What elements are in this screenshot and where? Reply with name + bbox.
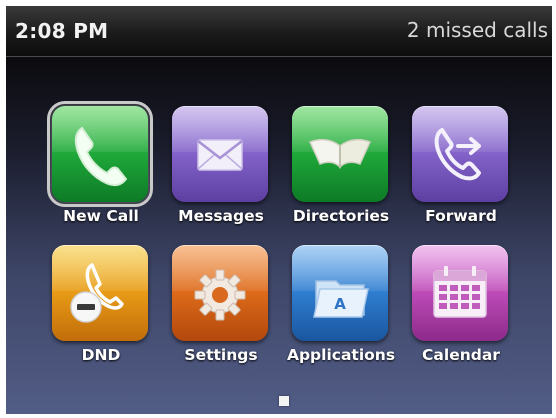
applications-folder-icon: A (313, 280, 369, 318)
app-applications[interactable]: A Applications (280, 245, 402, 377)
app-settings[interactable]: Settings (160, 245, 282, 377)
missed-calls-notification[interactable]: 2 missed calls (407, 18, 548, 42)
app-label: Applications (286, 346, 396, 364)
page-indicator (279, 396, 289, 406)
app-forward[interactable]: Forward (400, 106, 522, 238)
dnd-tile[interactable] (52, 245, 148, 341)
app-new-call[interactable]: New Call (40, 101, 162, 238)
status-bar: 2:08 PM 2 missed calls (6, 6, 552, 57)
settings-tile[interactable] (172, 245, 268, 341)
app-label: Forward (425, 207, 497, 225)
call-forward-icon (434, 128, 481, 181)
messages-tile[interactable] (172, 106, 268, 202)
app-messages[interactable]: Messages (160, 106, 282, 238)
app-label: New Call (63, 207, 139, 225)
directories-tile[interactable] (292, 106, 388, 202)
new-call-tile[interactable] (47, 101, 153, 207)
do-not-disturb-icon (70, 263, 124, 323)
applications-tile[interactable]: A (292, 245, 388, 341)
envelope-icon (197, 139, 243, 171)
app-calendar[interactable]: Calendar (400, 245, 522, 377)
app-directories[interactable]: Directories (280, 106, 402, 238)
open-book-icon (308, 138, 372, 169)
app-label: Messages (178, 207, 264, 225)
app-label: Directories (292, 207, 390, 225)
phone-screen: 2:08 PM 2 missed calls New Call Messages (6, 6, 552, 414)
app-label: Settings (184, 346, 258, 364)
svg-text:A: A (334, 295, 346, 313)
calendar-tile[interactable] (412, 245, 508, 341)
app-label: Calendar (422, 346, 500, 364)
gear-icon (194, 269, 246, 321)
app-label: DND (81, 346, 121, 364)
calendar-icon (433, 266, 487, 318)
phone-handset-icon (74, 126, 128, 187)
forward-tile[interactable] (412, 106, 508, 202)
app-dnd[interactable]: DND (40, 245, 162, 377)
clock-time: 2:08 PM (15, 19, 109, 43)
